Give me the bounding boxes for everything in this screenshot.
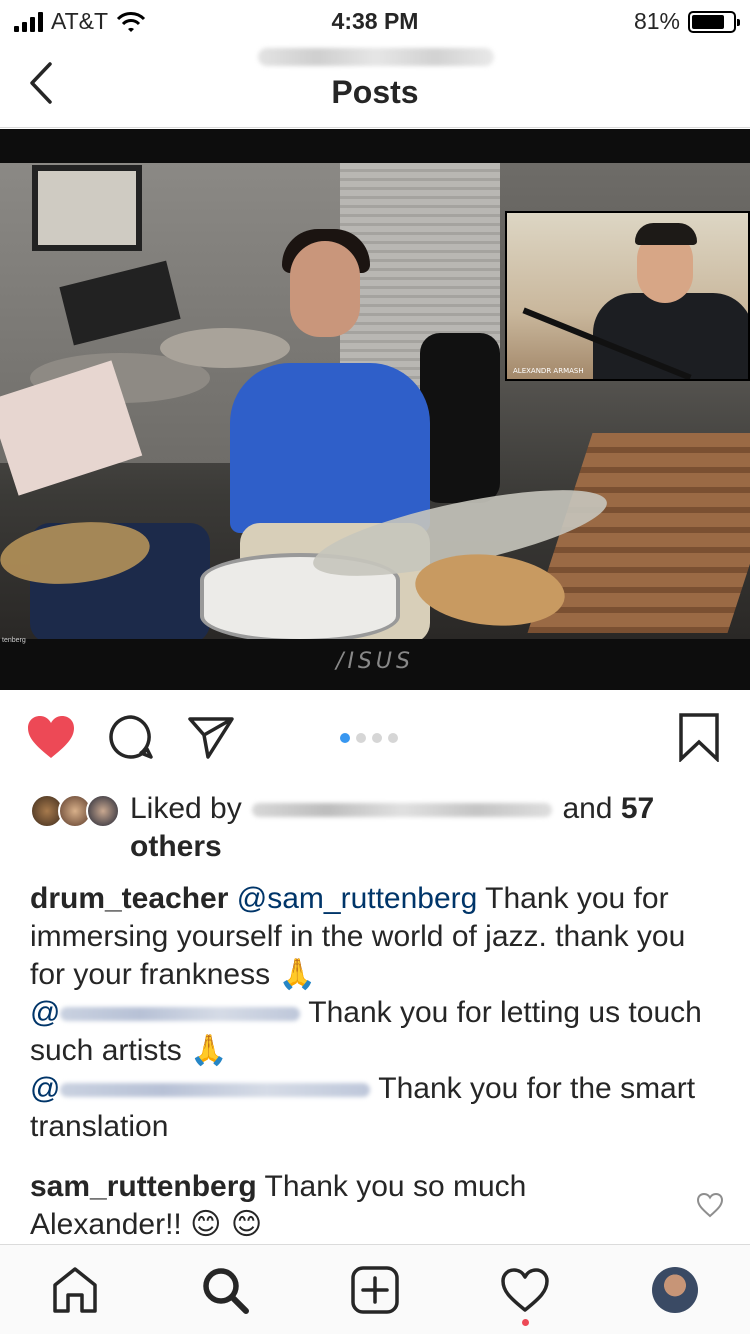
like-button[interactable] [26, 712, 76, 762]
battery-percent: 81% [633, 8, 680, 34]
activity-icon [501, 1268, 549, 1312]
page-title: Posts [331, 74, 419, 110]
tab-new-post[interactable] [348, 1263, 402, 1317]
carousel-dot [388, 733, 398, 743]
heart-outline-icon [696, 1192, 724, 1218]
new-post-icon [351, 1266, 399, 1314]
redacted-mention-1[interactable]: @ [30, 996, 301, 1029]
monitor-screen: ALEXANDR ARMASH [0, 163, 750, 639]
search-icon [203, 1268, 249, 1314]
comment-username[interactable]: sam_ruttenberg [30, 1170, 257, 1203]
redacted-liker-name [252, 803, 553, 818]
caption-username[interactable]: drum_teacher [30, 882, 228, 915]
post-photo[interactable]: ALEXANDR ARMASH tenberg /ISUS [0, 129, 750, 690]
avatar [86, 794, 120, 828]
redacted-mention-blur [60, 1083, 371, 1098]
likes-others[interactable]: others [130, 830, 222, 863]
redacted-mention-blur [60, 1007, 301, 1022]
likes-summary[interactable]: Liked by and 57 others [30, 790, 720, 870]
carousel-indicator [340, 733, 398, 743]
profile-avatar [652, 1267, 698, 1313]
tab-activity[interactable] [498, 1263, 552, 1317]
status-right: 81% [633, 8, 740, 35]
pray-emoji: 🙏 [190, 1033, 228, 1068]
redacted-username [258, 48, 494, 66]
liked-by-text: Liked by and 57 others [130, 790, 720, 866]
carousel-dot [356, 733, 366, 743]
inset-name-label: ALEXANDR ARMASH [513, 367, 584, 375]
caption-mention[interactable]: @sam_ruttenberg [237, 882, 478, 915]
mention-at-symbol: @ [30, 996, 61, 1029]
monitor-brand-logo: /ISUS [336, 649, 414, 674]
smile-emoji: 😊 😊 [190, 1207, 263, 1242]
status-bar: AT&T 4:38 PM 81% [0, 0, 750, 40]
battery-icon [688, 10, 740, 33]
bottom-tab-bar [0, 1244, 750, 1334]
liked-by-prefix: Liked by [130, 792, 242, 825]
tab-home[interactable] [48, 1263, 102, 1317]
paper-plane-icon [188, 717, 234, 759]
liked-by-and: and [562, 792, 613, 825]
liker-avatars [30, 794, 120, 830]
comment-icon [109, 715, 153, 759]
carousel-dot [340, 733, 350, 743]
post-caption: drum_teacher @sam_ruttenberg Thank you f… [30, 880, 720, 1146]
bookmark-icon [679, 713, 719, 762]
likes-count[interactable]: 57 [621, 792, 654, 825]
comment-like-button[interactable] [696, 1192, 724, 1220]
save-button[interactable] [674, 712, 724, 762]
heart-filled-icon [28, 716, 74, 758]
post-actions [0, 690, 750, 790]
mention-at-symbol: @ [30, 1072, 61, 1105]
share-button[interactable] [186, 712, 236, 762]
corner-label: tenberg [2, 637, 26, 644]
redacted-mention-2[interactable]: @ [30, 1072, 371, 1105]
pray-emoji: 🙏 [278, 957, 316, 992]
carousel-dot [372, 733, 382, 743]
comment-item: sam_ruttenberg Thank you so much Alexand… [30, 1168, 670, 1244]
home-icon [53, 1267, 97, 1313]
tab-search[interactable] [198, 1263, 252, 1317]
notification-dot [522, 1319, 529, 1326]
video-call-inset: ALEXANDR ARMASH [505, 211, 750, 381]
nav-header: Posts [0, 40, 750, 128]
tab-profile[interactable] [648, 1263, 702, 1317]
comment-button[interactable] [106, 712, 156, 762]
